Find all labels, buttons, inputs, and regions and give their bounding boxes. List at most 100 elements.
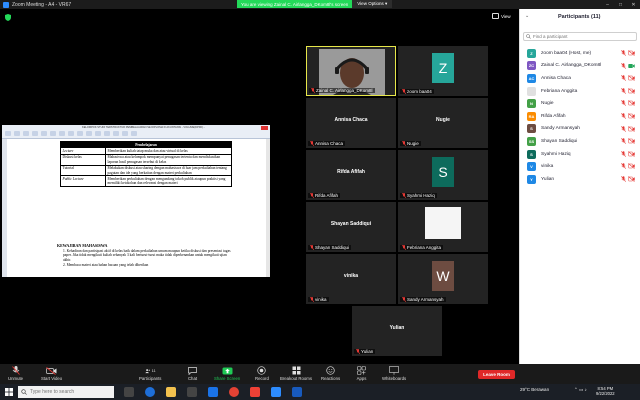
store-icon[interactable] [187,387,197,397]
video-tile-zoom-baa04[interactable]: Z zoom baa04 [398,46,488,96]
breakout-rooms-button[interactable]: Breakout Rooms [280,366,312,381]
participant-row[interactable]: Zzoom baa04 (Host, me) [520,47,640,60]
apps-label: Apps [356,376,367,381]
muted-mic-icon [310,297,314,302]
participant-row[interactable]: Vvinika [520,160,640,173]
participant-row[interactable]: ZC Zainal C. Airlangga_DKom8l [520,60,640,73]
participant-name: zoom baa04 (Host, me) [541,50,592,56]
pembelajaran-table: Pembelajaran Lecture Memberikan kuliah t… [60,140,232,188]
share-banner-message: You are viewing Zainal C. Airlangga_DKom… [237,0,353,8]
participants-panel: ⌄ Participants (11) Zzoom baa04 (Host, m… [519,9,640,380]
participant-row[interactable]: S Syahmi Haziq [520,148,640,161]
task-view-icon[interactable] [124,387,134,397]
participant-name: Febriana Anggita [541,88,578,94]
participant-row[interactable]: RA Rifda Afifah [520,110,640,123]
tool-icon [14,131,20,136]
zoom-taskbar-icon[interactable] [271,387,281,397]
muted-mic-icon [621,163,626,170]
apps-button[interactable]: Apps [356,366,367,381]
video-tile-sandy[interactable]: W Sandy Armansyah [398,254,488,304]
tile-name: Yulian [361,349,374,354]
shared-screen: KELOMPOK STUDI TERSTRUKTUR PEMBELAJARAN … [2,125,270,277]
kewajiban-heading: KEWAJIBAN MAHASISWA [57,243,108,248]
unmute-button[interactable]: Unmute [8,366,23,381]
window-title: Zoom Meeting - A4 - VR67 [12,1,72,8]
pdf-reader-icon[interactable] [250,387,260,397]
video-tile-rifda[interactable]: Rifda Afifah Rifda Afifah [306,150,396,200]
tile-center-name: Shayan Saddiqui [330,221,372,227]
close-button[interactable]: ✕ [627,0,640,9]
tile-name-label: Rifda Afifah [308,193,341,198]
share-screen-button[interactable]: Share Screen [214,366,240,381]
chevron-down-icon[interactable]: ⌄ [525,13,529,19]
mail-icon[interactable] [208,387,218,397]
window-controls: – □ ✕ [601,0,640,9]
weather-text[interactable]: 29°C Berawan [520,387,549,392]
participant-name: Nugie [541,101,554,107]
tray-icons[interactable]: ⌃ ▭ ♪ [574,387,587,393]
participant-avatar: S [432,157,454,187]
leave-room-button[interactable]: Leave Room [478,370,515,379]
table-cell-key: Public Lecture [60,175,106,188]
meeting-area: View KELOMPOK STUDI TERSTRUKTUR PEMBELAJ… [0,9,519,364]
file-explorer-icon[interactable] [166,387,176,397]
chat-icon [187,366,198,375]
participant-search-box [523,32,637,41]
whiteboards-button[interactable]: Whiteboards [382,366,406,381]
video-tile-vinika[interactable]: vinika vinika [306,254,396,304]
reactions-button[interactable]: Reactions [321,366,340,381]
video-off-icon [628,163,635,170]
participants-button[interactable]: 11 Participants [139,366,161,381]
taskbar-clock[interactable]: 8:54 PM 9/22/2022 [596,386,615,396]
tile-name-label: Nugie [400,141,421,146]
word-icon[interactable] [292,387,302,397]
participant-row[interactable]: N Nugie [520,97,640,110]
record-button[interactable]: Record [255,366,269,381]
breakout-rooms-icon [291,366,302,375]
view-button[interactable]: View [492,13,511,19]
participant-search-input[interactable] [533,34,633,39]
taskbar-search-input[interactable] [30,389,110,395]
start-video-label: Start Video [41,376,63,381]
video-tile-yulian[interactable]: Yulian Yulian [352,306,442,356]
video-tile-annisa[interactable]: Annisa Chaca Annisa Chaca [306,98,396,148]
apps-icon [356,366,367,375]
video-tile-shayan[interactable]: Shayan Saddiqui Shayan Saddiqui [306,202,396,252]
participant-row[interactable]: SS Shayan Saddiqui [520,135,640,148]
video-tile-febriana[interactable]: Febriana Anggita [398,202,488,252]
participant-row[interactable]: Y Yulian [520,173,640,186]
taskbar-search-box [18,386,114,398]
muted-mic-icon [311,88,315,93]
tile-name-label: Febriana Anggita [400,245,444,250]
video-on-icon [628,63,635,68]
video-off-icon [46,366,57,375]
participant-row[interactable]: AC Annisa Chaca [520,72,640,85]
video-tile-zainal[interactable]: Zainal C. Airlangga_DKom8l [306,46,396,96]
chrome-icon[interactable] [229,387,239,397]
shared-doc-body: Pembelajaran Lecture Memberikan kuliah t… [2,139,270,277]
tool-icon [131,131,137,136]
view-button-label: View [501,13,511,19]
video-off-icon [628,151,635,157]
participant-row[interactable]: Febriana Anggita [520,85,640,98]
security-shield-icon[interactable] [5,14,11,21]
tile-name-label: Shayan Saddiqui [308,245,352,250]
participant-row[interactable]: S Sandy Armansyah [520,123,640,136]
video-tile-syahmi[interactable]: S Syahmi Haziq [398,150,488,200]
tile-name-label: Zainal C. Airlangga_DKom8l [309,88,375,93]
tile-name: Shayan Saddiqui [315,245,350,250]
doc-scrollbar [266,139,270,277]
edge-browser-icon[interactable] [145,387,155,397]
windows-start-icon[interactable] [5,388,13,396]
maximize-button[interactable]: □ [614,0,627,9]
view-options-button[interactable]: View Options ▾ [352,0,393,8]
video-tile-nugie[interactable]: Nugie Nugie [398,98,488,148]
reactions-icon [325,366,336,375]
minimize-button[interactable]: – [601,0,614,9]
tile-name: Febriana Anggita [407,245,442,250]
start-video-button[interactable]: Start Video [41,366,62,381]
video-off-icon [628,75,635,82]
participant-status-icons [621,62,635,69]
participant-avatar: S [527,124,536,134]
chat-button[interactable]: Chat [187,366,198,381]
